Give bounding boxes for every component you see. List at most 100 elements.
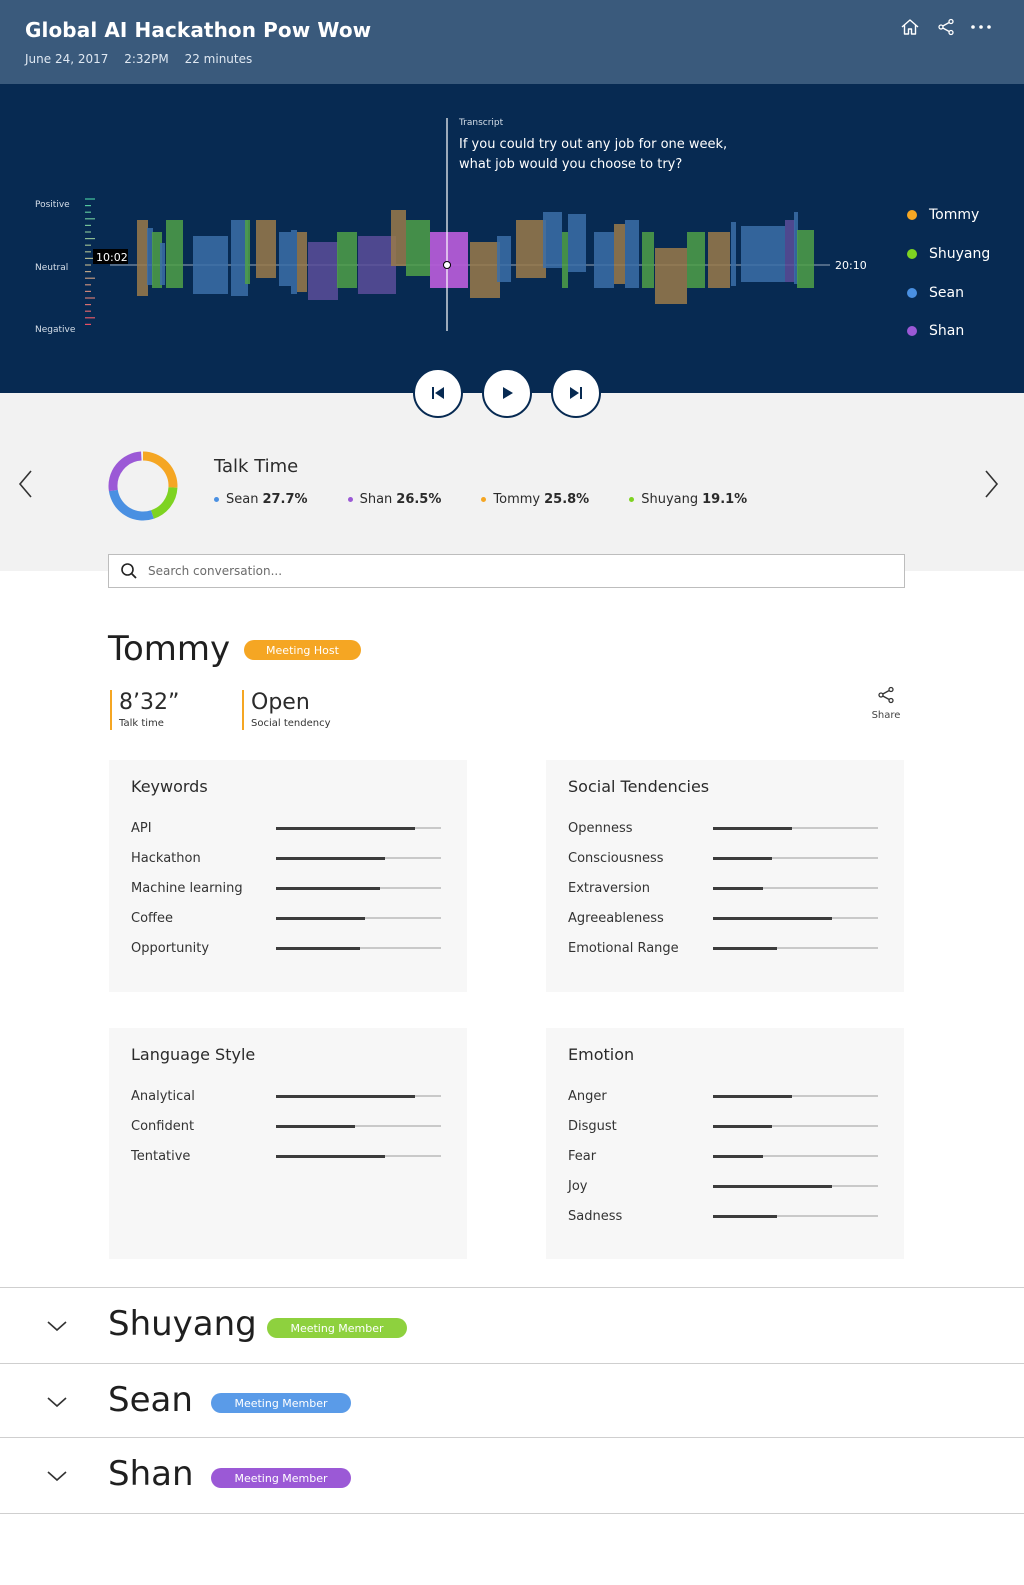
- role-badge: Meeting Member: [211, 1393, 351, 1413]
- speech-segment[interactable]: [797, 230, 814, 288]
- speech-segment[interactable]: [568, 214, 586, 272]
- speech-segment[interactable]: [731, 222, 736, 286]
- transcript-line-1: If you could try out any job for one wee…: [459, 137, 727, 152]
- play-button[interactable]: [482, 368, 532, 418]
- talk-stat-sean: Sean 27.7%: [214, 492, 308, 507]
- speech-segment[interactable]: [358, 236, 396, 294]
- card-title: Language Style: [131, 1045, 256, 1064]
- talk-time-stats: Sean 27.7% Shan 26.5% Tommy 25.8% Shuyan…: [214, 492, 787, 507]
- next-button[interactable]: [551, 368, 601, 418]
- talk-time-donut: [108, 451, 178, 521]
- playhead-knob[interactable]: [443, 261, 451, 269]
- share-label: Share: [871, 710, 901, 721]
- metric-bar-fill: [276, 946, 361, 950]
- skip-forward-icon: [570, 387, 582, 399]
- metric-bar-fill: [713, 1184, 832, 1188]
- speech-segment[interactable]: [562, 232, 568, 288]
- share-button[interactable]: Share: [866, 686, 906, 721]
- member-name: Shuyang: [108, 1304, 257, 1344]
- speech-segment[interactable]: [642, 232, 654, 288]
- metric-bar-fill: [713, 886, 763, 890]
- share-icon: [938, 18, 954, 36]
- speech-segment[interactable]: [406, 220, 430, 276]
- speech-segment[interactable]: [245, 220, 250, 284]
- home-button[interactable]: [897, 14, 923, 40]
- donut-slice: [108, 451, 142, 492]
- metric-bar-fill: [713, 1214, 778, 1218]
- current-time: 10:02: [96, 251, 128, 264]
- speech-segment[interactable]: [516, 220, 546, 278]
- next-panel-button[interactable]: [978, 468, 1008, 500]
- speech-segment[interactable]: [256, 220, 276, 278]
- speech-segment[interactable]: [594, 232, 614, 288]
- speech-segment[interactable]: [297, 232, 307, 292]
- card-title: Social Tendencies: [568, 777, 710, 796]
- speech-segment[interactable]: [391, 210, 406, 266]
- metric-row: Confident: [131, 1116, 441, 1136]
- speech-segment[interactable]: [166, 220, 183, 288]
- speech-segment[interactable]: [785, 220, 795, 282]
- stat-name: Tommy: [493, 492, 541, 507]
- transcript-label: Transcript: [458, 118, 504, 128]
- social-tendency-metric: Open Social tendency: [242, 690, 331, 730]
- speech-segment[interactable]: [279, 232, 291, 286]
- chevron-left-icon: [18, 470, 32, 498]
- scale-positive-label: Positive: [35, 200, 70, 210]
- legend-item-tommy[interactable]: Tommy: [907, 196, 990, 235]
- speech-segment[interactable]: [160, 243, 165, 285]
- legend-dot: [907, 249, 917, 260]
- stat-dot: [629, 497, 635, 502]
- metric-label: Machine learning: [131, 880, 243, 896]
- metric-bar-fill: [276, 856, 385, 860]
- metric-row: Openness: [568, 818, 878, 838]
- metric-label: Extraversion: [568, 880, 650, 896]
- meeting-meta: June 24, 2017 2:32PM 22 minutes: [25, 52, 264, 66]
- search-input[interactable]: [148, 564, 868, 578]
- legend-label: Tommy: [929, 207, 980, 224]
- speech-segment[interactable]: [193, 236, 228, 294]
- metric-bar-track: [713, 1184, 878, 1188]
- section-divider: [0, 1513, 1024, 1514]
- legend-item-shuyang[interactable]: Shuyang: [907, 235, 990, 274]
- speech-segment[interactable]: [614, 224, 625, 284]
- chevron-down-icon[interactable]: [45, 1394, 69, 1410]
- speech-segment[interactable]: [687, 232, 705, 288]
- member-row-shan[interactable]: Shan Meeting Member: [0, 1437, 1024, 1513]
- speech-segment[interactable]: [708, 232, 730, 288]
- metric-row: Anger: [568, 1086, 878, 1106]
- speech-segment[interactable]: [137, 220, 148, 296]
- speech-segment[interactable]: [625, 220, 639, 288]
- speech-segment[interactable]: [308, 242, 338, 300]
- speech-segment[interactable]: [543, 212, 562, 268]
- app-header: Global AI Hackathon Pow Wow June 24, 201…: [0, 0, 1024, 84]
- speech-segment[interactable]: [497, 236, 511, 282]
- legend-item-shan[interactable]: Shan: [907, 312, 990, 351]
- chevron-down-icon[interactable]: [45, 1468, 69, 1484]
- previous-panel-button[interactable]: [12, 468, 42, 500]
- metric-bar-track: [276, 1124, 441, 1128]
- metric-bar-fill: [713, 946, 778, 950]
- metric-row: Analytical: [131, 1086, 441, 1106]
- legend-item-sean[interactable]: Sean: [907, 273, 990, 312]
- metric-bar-fill: [276, 1154, 385, 1158]
- speech-segment[interactable]: [430, 232, 468, 288]
- metric-label: Fear: [568, 1148, 597, 1164]
- role-badge: Meeting Host: [244, 640, 361, 660]
- speech-segment[interactable]: [470, 242, 500, 298]
- metric-label: Opportunity: [131, 940, 210, 956]
- metric-label: Agreeableness: [568, 910, 664, 926]
- more-button[interactable]: [968, 14, 994, 40]
- end-time: 20:10: [835, 259, 867, 272]
- member-row-shuyang[interactable]: Shuyang Meeting Member: [0, 1287, 1024, 1363]
- language-style-card: Language Style Analytical Confident Tentat…: [109, 1028, 467, 1259]
- speech-segment[interactable]: [337, 232, 357, 288]
- chevron-down-icon[interactable]: [45, 1318, 69, 1334]
- stat-name: Shuyang: [641, 492, 699, 507]
- member-row-sean[interactable]: Sean Meeting Member: [0, 1363, 1024, 1439]
- speech-segments: [137, 210, 814, 304]
- previous-button[interactable]: [413, 368, 463, 418]
- speech-segment[interactable]: [655, 248, 687, 304]
- speech-segment[interactable]: [741, 226, 785, 282]
- speech-segment[interactable]: [291, 230, 297, 294]
- share-header-button[interactable]: [933, 14, 959, 40]
